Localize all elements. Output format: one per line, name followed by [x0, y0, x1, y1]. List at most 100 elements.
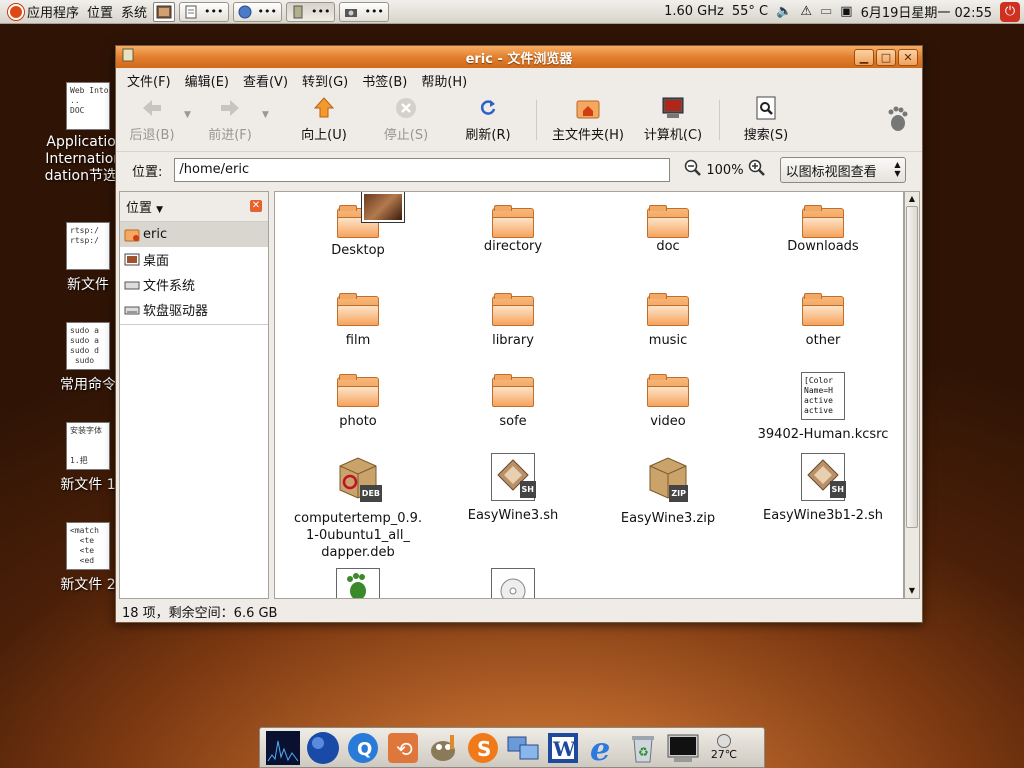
zoom-out-icon[interactable] [684, 159, 702, 181]
computer-button[interactable]: 计算机(C) [633, 96, 713, 148]
file-item-disc-image[interactable] [438, 568, 588, 598]
system-menu[interactable]: 系统 [117, 0, 151, 24]
file-item-deb[interactable]: DEB computertemp_0.9. 1-0ubuntu1_all_ dapp… [283, 456, 433, 561]
menu-file[interactable]: 文件(F) [120, 71, 178, 90]
file-name: Downloads [787, 239, 859, 254]
file-item-doc[interactable]: doc [593, 200, 743, 255]
stop-button[interactable]: 停止(S) [366, 96, 446, 148]
search-button[interactable]: 搜索(S) [726, 96, 806, 148]
back-button[interactable]: 后退(B) [120, 96, 184, 148]
file-name: film [345, 333, 371, 348]
folder-icon [336, 192, 405, 238]
task-button-browser[interactable]: ••• [232, 1, 282, 22]
forward-button[interactable]: 前进(F) [198, 96, 262, 148]
network-computers-icon[interactable] [504, 730, 542, 766]
sidebar-item-eric[interactable]: eric [120, 222, 268, 247]
clock[interactable]: 6月19日星期一 02:55 [861, 2, 992, 21]
scroll-up-icon[interactable]: ▲ [905, 192, 919, 206]
shutdown-icon[interactable]: ⏻ [1000, 1, 1020, 22]
volume-icon[interactable]: 🔈 [776, 4, 792, 19]
location-input[interactable]: /home/eric [174, 158, 671, 182]
menu-bookmarks[interactable]: 书签(B) [355, 71, 414, 90]
cpu-temperature: 55° C [731, 4, 769, 19]
zoom-level[interactable]: 100% [706, 163, 743, 178]
svg-text:⟲: ⟲ [396, 737, 413, 761]
file-item-gnome-document[interactable] [283, 568, 433, 598]
window-titlebar[interactable]: eric - 文件浏览器 ▁ □ ✕ [116, 46, 922, 68]
file-item-downloads[interactable]: Downloads [748, 200, 898, 255]
system-monitor-icon[interactable] [264, 730, 302, 766]
sidebar-item-desktop[interactable]: 桌面 [120, 247, 268, 272]
vertical-scrollbar[interactable]: ▲ ▼ [904, 191, 920, 599]
show-desktop-icon[interactable] [153, 1, 176, 22]
file-icon-view[interactable]: Desktop directory doc Downloads film lib… [274, 191, 904, 599]
file-item-desktop[interactable]: Desktop [283, 192, 433, 259]
battery-icon[interactable]: ▭ [820, 4, 832, 19]
file-item-easywine3b1-sh[interactable]: SH EasyWine3b1-2.sh [748, 453, 898, 524]
file-item-sofe[interactable]: sofe [438, 374, 588, 430]
computer-icon [661, 96, 685, 120]
harddisk-icon [124, 281, 140, 289]
search-label: 搜索(S) [743, 128, 789, 143]
menu-view[interactable]: 查看(V) [236, 71, 295, 90]
sidebar-mode-select[interactable]: 位置 ▼ [126, 197, 163, 216]
task-button-editor[interactable]: ••• [179, 1, 229, 22]
folder-icon [647, 293, 689, 326]
reload-button[interactable]: 刷新(R) [446, 96, 530, 148]
window-menu-icon[interactable] [122, 48, 134, 66]
task-button-file-browser[interactable]: ••• [285, 1, 336, 22]
location-bar: 位置: /home/eric 100% 以图标视图查看 ▲ ▼ [116, 152, 922, 188]
search-icon [754, 96, 778, 120]
word-processor-icon[interactable]: W [544, 730, 582, 766]
internet-explorer-icon[interactable]: e [584, 730, 622, 766]
gimp-icon[interactable] [424, 730, 462, 766]
scrollbar-thumb[interactable] [906, 206, 918, 528]
file-item-photo[interactable]: photo [283, 374, 433, 430]
scroll-down-icon[interactable]: ▼ [905, 584, 919, 598]
top-panel: 应用程序 位置 系统 ••• ••• ••• ••• 1.60 GHz 55° … [0, 0, 1024, 24]
zoom-in-icon[interactable] [748, 159, 766, 181]
messenger-icon[interactable]: Q [344, 730, 382, 766]
places-menu[interactable]: 位置 [83, 0, 117, 24]
network-icon[interactable]: ▣ [840, 4, 852, 19]
spinner-arrows-icon: ▲ ▼ [894, 160, 901, 178]
up-button[interactable]: 向上(U) [282, 96, 366, 148]
file-item-library[interactable]: library [438, 293, 588, 349]
globe-browser-icon[interactable] [304, 730, 342, 766]
zip-archive-icon: ZIP [646, 456, 690, 504]
maximize-button[interactable]: □ [876, 48, 896, 66]
menu-help[interactable]: 帮助(H) [414, 71, 474, 90]
file-item-directory[interactable]: directory [438, 200, 588, 255]
home-label: 主文件夹(H) [552, 128, 624, 143]
applications-menu[interactable]: 应用程序 [0, 0, 83, 24]
weather-applet[interactable]: 27℃ [704, 730, 744, 766]
back-history-dropdown-icon[interactable]: ▼ [184, 110, 198, 120]
file-item-other[interactable]: other [748, 293, 898, 349]
view-mode-select[interactable]: 以图标视图查看 ▲ ▼ [779, 157, 906, 183]
trash-icon[interactable]: ♻ [624, 730, 662, 766]
folder-icon [438, 200, 588, 238]
terminal-icon[interactable] [664, 730, 702, 766]
file-item-film[interactable]: film [283, 293, 433, 349]
skype-icon[interactable]: S [464, 730, 502, 766]
shell-script-icon: SH [801, 453, 846, 501]
close-button[interactable]: ✕ [898, 48, 918, 66]
sh-badge: SH [519, 481, 536, 498]
back-label: 后退(B) [129, 128, 175, 143]
forward-history-dropdown-icon[interactable]: ▼ [262, 110, 276, 120]
minimize-button[interactable]: ▁ [854, 48, 874, 66]
undo-app-icon[interactable]: ⟲ [384, 730, 422, 766]
file-item-easywine3-sh[interactable]: SH EasyWine3.sh [438, 453, 588, 524]
file-item-easywine3-zip[interactable]: ZIP EasyWine3.zip [593, 456, 743, 527]
file-item-kcsrc[interactable]: [Color Name=H active active 39402-Human.… [748, 372, 898, 443]
menu-edit[interactable]: 编辑(E) [178, 71, 236, 90]
task-button-screenshot[interactable]: ••• [339, 1, 389, 22]
file-item-music[interactable]: music [593, 293, 743, 349]
update-notifier-icon[interactable]: ⚠ [800, 4, 812, 19]
close-sidebar-icon[interactable]: ✕ [250, 200, 262, 212]
sidebar-item-filesystem[interactable]: 文件系统 [120, 272, 268, 297]
menu-go[interactable]: 转到(G) [295, 71, 355, 90]
file-item-video[interactable]: video [593, 374, 743, 430]
sidebar-item-floppy[interactable]: 软盘驱动器 [120, 297, 268, 322]
home-button[interactable]: 主文件夹(H) [543, 96, 633, 148]
